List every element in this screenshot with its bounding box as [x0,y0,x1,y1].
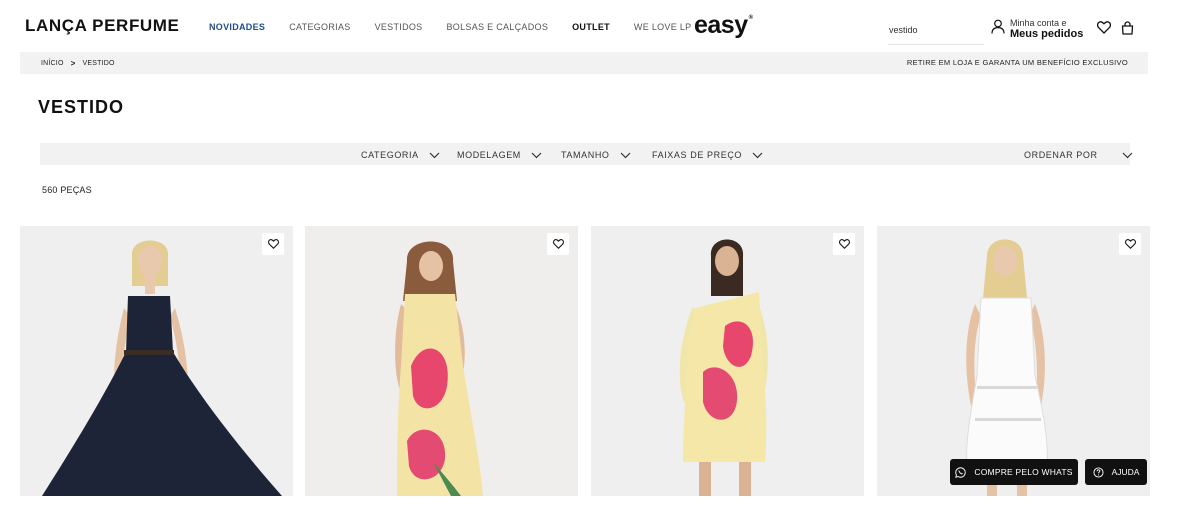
whatsapp-icon [955,466,967,478]
breadcrumb: INÍCIO > VESTIDO [41,59,115,68]
account-text: Minha conta e Meus pedidos [1010,18,1083,40]
wishlist-button[interactable] [833,233,855,255]
yellow-floral-midi-dress-photo [305,226,578,496]
filter-label: MODELAGEM [457,150,521,160]
help-label: AJUDA [1111,467,1140,477]
orders-label: Meus pedidos [1010,28,1084,40]
help-icon [1093,466,1104,478]
wishlist-button[interactable] [1119,233,1141,255]
breadcrumb-home[interactable]: INÍCIO [41,60,64,67]
breadcrumb-bar: INÍCIO > VESTIDO RETIRE EM LOJA E GARANT… [20,52,1148,74]
filter-faixas-de-preco[interactable]: FAIXAS DE PREÇO [652,150,763,160]
promo-banner-text[interactable]: RETIRE EM LOJA E GARANTA UM BENEFÍCIO EX… [907,58,1128,67]
page-title: VESTIDO [38,97,125,117]
registered-mark: ® [748,15,753,21]
whatsapp-buy-button[interactable]: COMPRE PELO WHATS [950,459,1078,485]
filter-label: FAIXAS DE PREÇO [652,150,743,160]
chevron-down-icon [620,152,630,158]
heart-icon [267,239,279,249]
filter-categoria[interactable]: CATEGORIA [361,150,440,160]
product-card[interactable] [877,226,1150,496]
chevron-down-icon [531,152,542,158]
easy-logo[interactable]: easy® [694,11,753,40]
nav-item-outlet[interactable]: OUTLET [572,22,610,32]
user-icon [991,19,1005,34]
heart-icon [552,239,564,249]
product-card[interactable] [305,226,578,496]
breadcrumb-current: VESTIDO [82,60,115,67]
filter-label: CATEGORIA [361,150,419,160]
sort-dropdown[interactable]: ORDENAR POR [1024,150,1133,160]
filter-tamanho[interactable]: TAMANHO [561,150,631,160]
brand-logo[interactable]: LANÇA PERFUME [25,16,180,36]
filter-modelagem[interactable]: MODELAGEM [457,150,542,160]
breadcrumb-separator: > [70,59,76,68]
help-button[interactable]: AJUDA [1085,459,1147,485]
nav-item-vestidos[interactable]: VESTIDOS [375,22,423,32]
filter-bar: CATEGORIA MODELAGEM TAMANHO FAIXAS DE PR… [40,143,1133,165]
heart-icon [838,239,850,249]
easy-logo-text: easy [694,11,748,39]
main-nav: NOVIDADES CATEGORIAS VESTIDOS BOLSAS E C… [209,22,715,32]
search-input[interactable] [888,15,984,45]
filter-label: TAMANHO [561,150,610,160]
wishlist-button[interactable] [547,233,569,255]
nav-item-we-love-lp[interactable]: WE LOVE LP [634,22,692,32]
site-header: LANÇA PERFUME NOVIDADES CATEGORIAS VESTI… [0,0,1186,52]
yellow-one-shoulder-floral-dress-photo [591,226,864,496]
nav-item-novidades[interactable]: NOVIDADES [209,22,265,32]
white-lace-slip-dress-photo [877,226,1150,496]
chevron-down-icon [752,152,763,158]
sort-label: ORDENAR POR [1024,150,1098,160]
nav-item-categorias[interactable]: CATEGORIAS [289,22,350,32]
whatsapp-buy-label: COMPRE PELO WHATS [974,467,1073,477]
heart-icon [1124,239,1136,249]
navy-strappy-maxi-dress-photo [20,226,293,496]
wishlist-button[interactable] [262,233,284,255]
heart-icon[interactable] [1097,21,1111,34]
product-count: 560 PEÇAS [42,185,92,195]
account-link[interactable]: Minha conta e Meus pedidos [991,18,1083,40]
chevron-down-icon [1122,152,1133,158]
bag-icon[interactable] [1121,21,1134,35]
product-card[interactable] [591,226,864,496]
nav-item-bolsas-e-calcados[interactable]: BOLSAS E CALÇADOS [446,22,548,32]
product-card[interactable] [20,226,293,496]
chevron-down-icon [429,152,440,158]
